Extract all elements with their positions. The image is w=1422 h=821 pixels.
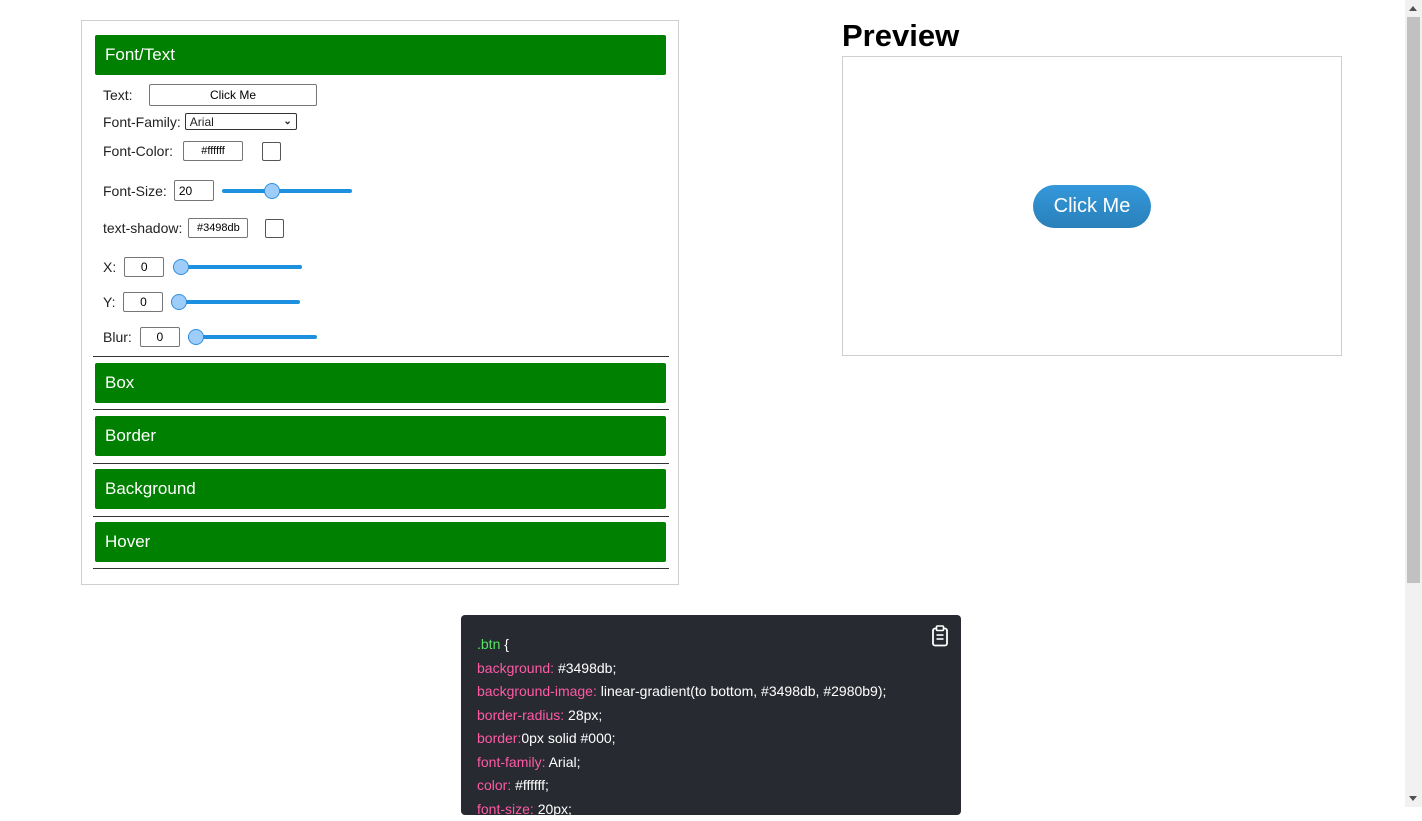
- font-family-select[interactable]: Arial ⌄: [185, 113, 297, 130]
- slider-track: [171, 300, 300, 304]
- slider-thumb[interactable]: [264, 183, 280, 199]
- shadow-y-label: Y:: [103, 294, 115, 310]
- shadow-x-label: X:: [103, 259, 116, 275]
- code-selector-line: .btn {: [477, 633, 945, 657]
- code-value: 20px;: [534, 801, 572, 817]
- shadow-blur-input[interactable]: [140, 327, 180, 347]
- shadow-blur-row: Blur:: [103, 327, 317, 347]
- scroll-down-arrow-icon[interactable]: [1409, 796, 1417, 801]
- font-size-label: Font-Size:: [103, 183, 167, 199]
- slider-thumb[interactable]: [171, 294, 187, 310]
- section-divider: [93, 463, 669, 464]
- font-size-row: Font-Size:: [103, 180, 352, 201]
- section-divider: [93, 356, 669, 357]
- slider-track: [173, 265, 302, 269]
- clipboard-icon[interactable]: [931, 625, 949, 647]
- code-value: 0px solid #000;: [521, 730, 615, 746]
- code-line: background-image: linear-gradient(to bot…: [477, 680, 945, 704]
- shadow-blur-slider[interactable]: [188, 329, 317, 345]
- code-line: font-family: Arial;: [477, 751, 945, 775]
- slider-track: [222, 189, 352, 193]
- section-divider: [93, 409, 669, 410]
- code-property: font-family:: [477, 754, 545, 770]
- code-open-brace: {: [500, 636, 509, 652]
- shadow-y-row: Y:: [103, 292, 300, 312]
- text-row: Text:: [103, 84, 317, 106]
- code-property: border:: [477, 730, 521, 746]
- section-header-font-text[interactable]: Font/Text: [95, 35, 666, 75]
- code-property: color:: [477, 777, 511, 793]
- section-header-hover[interactable]: Hover: [95, 522, 666, 562]
- code-line: border-radius: 28px;: [477, 704, 945, 728]
- font-family-value: Arial: [190, 115, 214, 129]
- code-property: border-radius:: [477, 707, 564, 723]
- text-shadow-row: text-shadow:: [103, 218, 284, 238]
- preview-area: Click Me: [842, 56, 1342, 356]
- code-property: background-image:: [477, 683, 597, 699]
- text-input[interactable]: [149, 84, 317, 106]
- preview-title: Preview: [842, 18, 959, 54]
- shadow-y-input[interactable]: [123, 292, 163, 312]
- code-line: color: #ffffff;: [477, 774, 945, 798]
- code-value: #ffffff;: [511, 777, 549, 793]
- font-color-label: Font-Color:: [103, 143, 173, 159]
- code-selector: .btn: [477, 636, 500, 652]
- font-color-row: Font-Color:: [103, 141, 281, 161]
- font-size-input[interactable]: [174, 180, 214, 201]
- section-divider: [93, 516, 669, 517]
- code-line: background: #3498db;: [477, 657, 945, 681]
- preview-button[interactable]: Click Me: [1033, 185, 1151, 228]
- code-value: 28px;: [564, 707, 602, 723]
- shadow-blur-label: Blur:: [103, 329, 132, 345]
- slider-thumb[interactable]: [188, 329, 204, 345]
- css-code-block: .btn { background: #3498db; background-i…: [461, 615, 961, 815]
- font-color-swatch[interactable]: [262, 142, 281, 161]
- shadow-x-input[interactable]: [124, 257, 164, 277]
- code-line: font-size: 20px;: [477, 798, 945, 821]
- code-property: font-size:: [477, 801, 534, 817]
- shadow-x-row: X:: [103, 257, 302, 277]
- slider-track: [188, 335, 317, 339]
- code-line: border:0px solid #000;: [477, 727, 945, 751]
- text-shadow-swatch[interactable]: [265, 219, 284, 238]
- code-value: #3498db;: [554, 660, 616, 676]
- section-divider: [93, 568, 669, 569]
- font-size-slider[interactable]: [222, 183, 352, 199]
- section-header-box[interactable]: Box: [95, 363, 666, 403]
- code-property: background:: [477, 660, 554, 676]
- font-color-input[interactable]: [183, 141, 243, 161]
- scroll-up-arrow-icon[interactable]: [1409, 6, 1417, 11]
- text-label: Text:: [103, 87, 149, 103]
- settings-panel: Font/Text Text: Font-Family: Arial ⌄ Fon…: [81, 20, 679, 585]
- shadow-y-slider[interactable]: [171, 294, 300, 310]
- slider-thumb[interactable]: [173, 259, 189, 275]
- font-family-label: Font-Family:: [103, 114, 181, 130]
- font-family-row: Font-Family: Arial ⌄: [103, 113, 297, 130]
- text-shadow-input[interactable]: [188, 218, 248, 238]
- code-value: Arial;: [545, 754, 580, 770]
- scrollbar-thumb[interactable]: [1407, 17, 1420, 583]
- section-header-background[interactable]: Background: [95, 469, 666, 509]
- shadow-x-slider[interactable]: [173, 259, 302, 275]
- page-scrollbar[interactable]: [1405, 0, 1422, 807]
- chevron-down-icon: ⌄: [283, 116, 291, 127]
- text-shadow-label: text-shadow:: [103, 220, 182, 236]
- code-value: linear-gradient(to bottom, #3498db, #298…: [597, 683, 887, 699]
- section-header-border[interactable]: Border: [95, 416, 666, 456]
